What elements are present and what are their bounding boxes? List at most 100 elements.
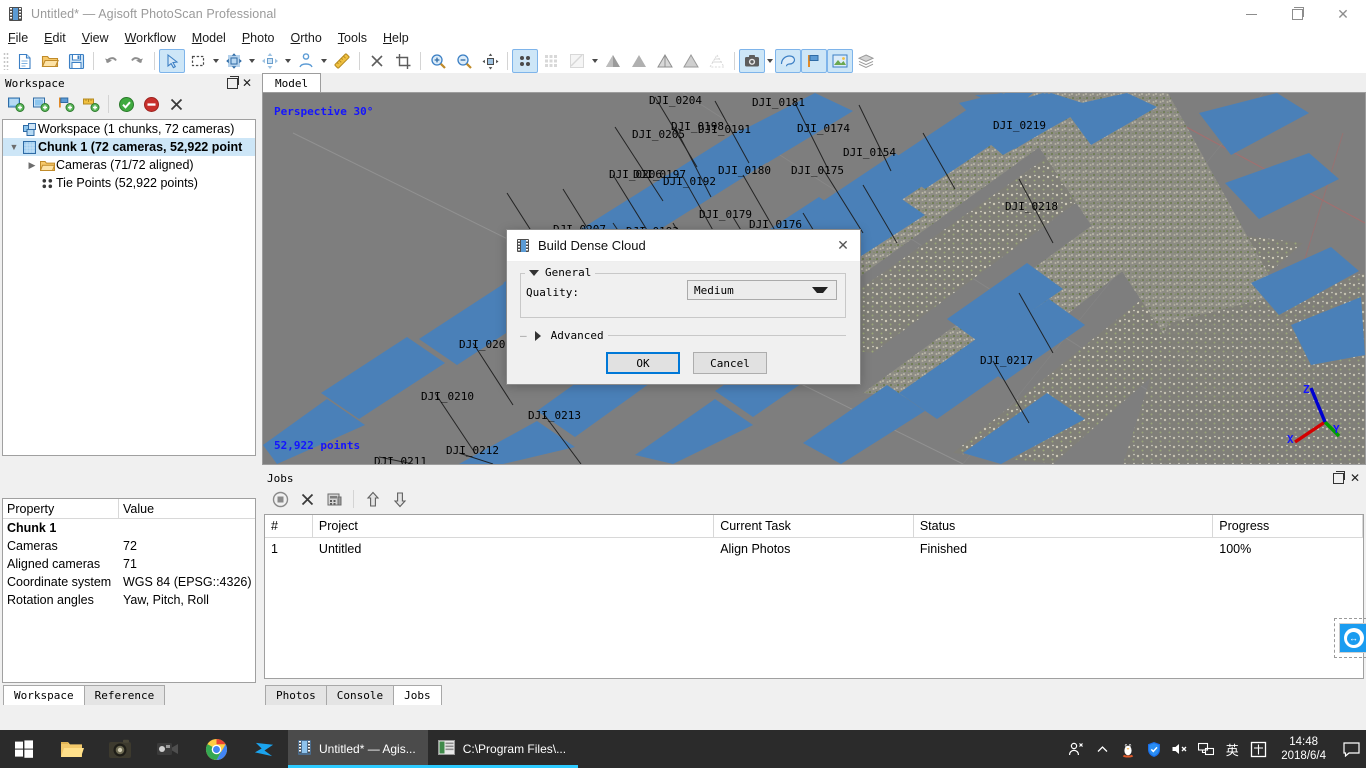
selection-dropdown-chevron-down-icon[interactable]	[211, 50, 221, 72]
undo-icon[interactable]	[98, 49, 124, 73]
crop-icon[interactable]	[390, 49, 416, 73]
tab-jobs[interactable]: Jobs	[393, 685, 442, 705]
reset-view-icon[interactable]	[364, 49, 390, 73]
tab-workspace[interactable]: Workspace	[3, 685, 85, 705]
show-cameras-icon[interactable]	[739, 49, 765, 73]
textured-model-icon[interactable]	[678, 49, 704, 73]
ok-button[interactable]: OK	[606, 352, 680, 374]
remove-icon[interactable]	[164, 92, 188, 116]
menu-file[interactable]: File	[0, 29, 36, 47]
add-scalebar-icon[interactable]	[79, 92, 103, 116]
move-up-icon[interactable]	[361, 487, 385, 511]
show-dem-icon[interactable]	[564, 49, 590, 73]
chrome-icon[interactable]	[192, 730, 240, 768]
menu-view[interactable]: View	[74, 29, 117, 47]
bird-app-icon[interactable]	[240, 730, 288, 768]
stop-job-icon[interactable]	[268, 487, 292, 511]
advanced-group-header[interactable]: – Advanced	[520, 329, 608, 342]
disable-icon[interactable]	[139, 92, 163, 116]
resize-region-icon[interactable]	[257, 49, 283, 73]
file-explorer-icon[interactable]	[48, 730, 96, 768]
column-header-project[interactable]: Project	[313, 515, 715, 537]
wireframe-model-icon[interactable]	[652, 49, 678, 73]
chevron-down-icon[interactable]: ▼	[7, 142, 21, 152]
cancel-button[interactable]: Cancel	[693, 352, 767, 374]
zoom-in-icon[interactable]	[425, 49, 451, 73]
menu-help[interactable]: Help	[375, 29, 417, 47]
video-app-icon[interactable]	[144, 730, 192, 768]
toolbar-grip[interactable]	[3, 52, 9, 70]
column-header-status[interactable]: Status	[914, 515, 1214, 537]
close-button[interactable]: ✕	[1320, 0, 1366, 28]
show-thumbnails-icon[interactable]	[775, 49, 801, 73]
workspace-close-icon[interactable]: ✕	[242, 77, 252, 89]
network-icon[interactable]	[1193, 730, 1219, 768]
add-chunk-icon[interactable]	[4, 92, 28, 116]
solid-model-icon[interactable]	[626, 49, 652, 73]
show-hidden-icons-chevron-up-icon[interactable]	[1089, 730, 1115, 768]
open-folder-icon[interactable]	[37, 49, 63, 73]
job-details-icon[interactable]	[322, 487, 346, 511]
fit-to-window-icon[interactable]	[477, 49, 503, 73]
rectangle-selection-icon[interactable]	[185, 49, 211, 73]
tree-item-chunk1[interactable]: ▼ Chunk 1 (72 cameras, 52,922 point	[3, 138, 255, 156]
zoom-out-icon[interactable]	[451, 49, 477, 73]
column-header-progress[interactable]: Progress	[1213, 515, 1364, 537]
menu-photo[interactable]: Photo	[234, 29, 283, 47]
ime-panel-icon[interactable]	[1245, 730, 1271, 768]
tab-reference[interactable]: Reference	[83, 685, 166, 705]
jobs-undock-icon[interactable]	[1332, 471, 1345, 484]
security-shield-icon[interactable]	[1141, 730, 1167, 768]
resize-dropdown-chevron-down-icon[interactable]	[283, 50, 293, 72]
redo-icon[interactable]	[124, 49, 150, 73]
tab-console[interactable]: Console	[325, 685, 395, 705]
taskbar-window-explorer[interactable]: C:\Program Files\...	[427, 730, 579, 768]
rotate-dropdown-chevron-down-icon[interactable]	[319, 50, 329, 72]
ruler-icon[interactable]	[329, 49, 355, 73]
show-grid-icon[interactable]	[704, 49, 730, 73]
menu-tools[interactable]: Tools	[330, 29, 375, 47]
workspace-tree[interactable]: Workspace (1 chunks, 72 cameras) ▼ Chunk…	[2, 119, 256, 456]
jobs-table[interactable]: # Project Current Task Status Progress 1…	[264, 514, 1364, 679]
show-dense-cloud-icon[interactable]	[538, 49, 564, 73]
menu-edit[interactable]: Edit	[36, 29, 74, 47]
add-markers-icon[interactable]	[54, 92, 78, 116]
tree-item-tie-points[interactable]: Tie Points (52,922 points)	[3, 174, 255, 192]
shaded-model-icon[interactable]	[600, 49, 626, 73]
people-icon[interactable]	[1063, 730, 1089, 768]
quality-select[interactable]: Medium	[687, 280, 837, 300]
move-object-icon[interactable]	[221, 49, 247, 73]
menu-ortho[interactable]: Ortho	[283, 29, 330, 47]
notifications-icon[interactable]	[1336, 730, 1366, 768]
collapsed-triangle-icon[interactable]	[534, 330, 541, 341]
cameras-dropdown-chevron-down-icon[interactable]	[765, 50, 775, 72]
jobs-close-icon[interactable]: ✕	[1350, 472, 1360, 484]
show-tie-points-icon[interactable]	[512, 49, 538, 73]
qq-penguin-icon[interactable]	[1115, 730, 1141, 768]
column-header-number[interactable]: #	[265, 515, 313, 537]
move-dropdown-chevron-down-icon[interactable]	[247, 50, 257, 72]
chevron-down-icon[interactable]	[812, 287, 828, 293]
windows-start-icon[interactable]	[0, 730, 48, 768]
ime-chinese-icon[interactable]: 英	[1219, 730, 1245, 768]
minimize-button[interactable]	[1228, 0, 1274, 28]
rotate-region-icon[interactable]	[293, 49, 319, 73]
menu-workflow[interactable]: Workflow	[117, 29, 184, 47]
teamviewer-widget[interactable]: ↔	[1339, 623, 1366, 653]
save-disk-icon[interactable]	[63, 49, 89, 73]
remove-job-icon[interactable]	[295, 487, 319, 511]
navigation-arrow-icon[interactable]	[159, 49, 185, 73]
volume-muted-icon[interactable]	[1167, 730, 1193, 768]
menu-model[interactable]: Model	[184, 29, 234, 47]
show-images-icon[interactable]	[827, 49, 853, 73]
column-header-current-task[interactable]: Current Task	[714, 515, 914, 537]
chevron-right-icon[interactable]: ▶	[25, 160, 39, 171]
new-document-icon[interactable]	[11, 49, 37, 73]
show-layers-icon[interactable]	[853, 49, 879, 73]
enable-icon[interactable]	[114, 92, 138, 116]
taskbar-clock[interactable]: 14:48 2018/6/4	[1271, 735, 1336, 763]
table-row[interactable]: 1 Untitled Align Photos Finished 100%	[265, 538, 1363, 560]
tab-photos[interactable]: Photos	[265, 685, 327, 705]
tree-item-workspace[interactable]: Workspace (1 chunks, 72 cameras)	[3, 120, 255, 138]
expanded-triangle-icon[interactable]	[529, 269, 539, 276]
